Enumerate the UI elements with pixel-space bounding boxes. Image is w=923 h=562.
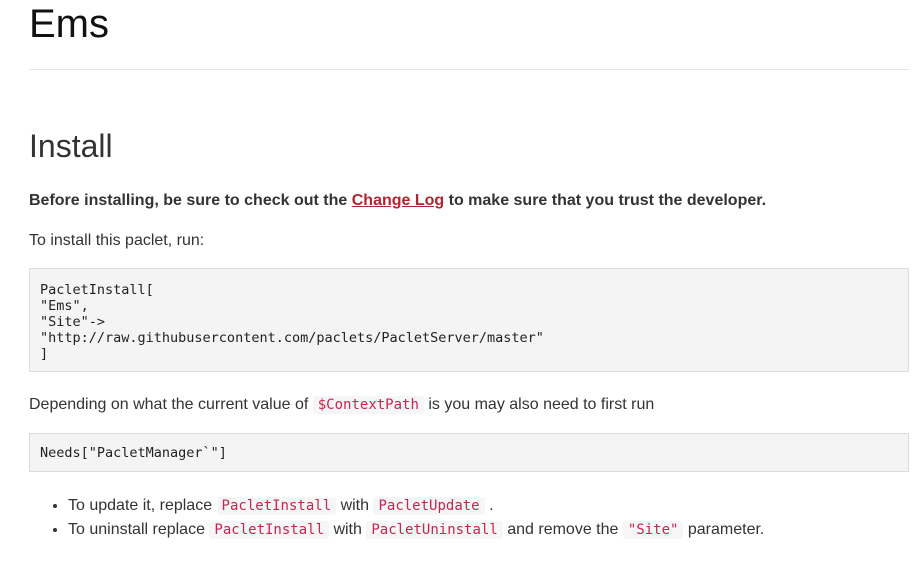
- note-text: with: [336, 497, 374, 514]
- note-text: with: [329, 521, 367, 538]
- note-text: parameter.: [683, 521, 765, 538]
- usage-notes-list: To update it, replace PacletInstall with…: [29, 494, 764, 542]
- paclet-install-code: PacletInstall: [216, 497, 337, 515]
- site-param-code: "Site": [622, 521, 684, 539]
- page-title: Ems: [29, 2, 109, 46]
- depend-text-after: is you may also need to first run: [423, 396, 655, 413]
- list-item-update: To update it, replace PacletInstall with…: [68, 494, 764, 518]
- install-heading: Install: [29, 128, 113, 164]
- note-text: To update it, replace: [68, 497, 217, 514]
- depend-text-before: Depending on what the current value of: [29, 396, 313, 413]
- install-code-block[interactable]: PacletInstall[ "Ems", "Site"-> "http://r…: [29, 268, 909, 372]
- change-log-link[interactable]: Change Log: [352, 192, 444, 209]
- needs-code-block[interactable]: Needs["PacletManager`"]: [29, 433, 909, 472]
- context-path-note: Depending on what the current value of $…: [29, 394, 654, 416]
- note-text: and remove the: [502, 521, 623, 538]
- paclet-uninstall-code: PacletUninstall: [366, 521, 503, 539]
- context-path-code: $ContextPath: [312, 396, 424, 414]
- note-text: To uninstall replace: [68, 521, 210, 538]
- title-divider: [29, 69, 909, 70]
- paclet-install-code: PacletInstall: [209, 521, 329, 539]
- paclet-update-code: PacletUpdate: [373, 497, 485, 515]
- install-intro: To install this paclet, run:: [29, 232, 205, 249]
- list-item-uninstall: To uninstall replace PacletInstall with …: [68, 518, 764, 542]
- install-warning: Before installing, be sure to check out …: [29, 190, 766, 212]
- note-text: .: [484, 497, 494, 514]
- warning-text-before: Before installing, be sure to check out …: [29, 192, 352, 209]
- warning-text-after: to make sure that you trust the develope…: [444, 192, 767, 209]
